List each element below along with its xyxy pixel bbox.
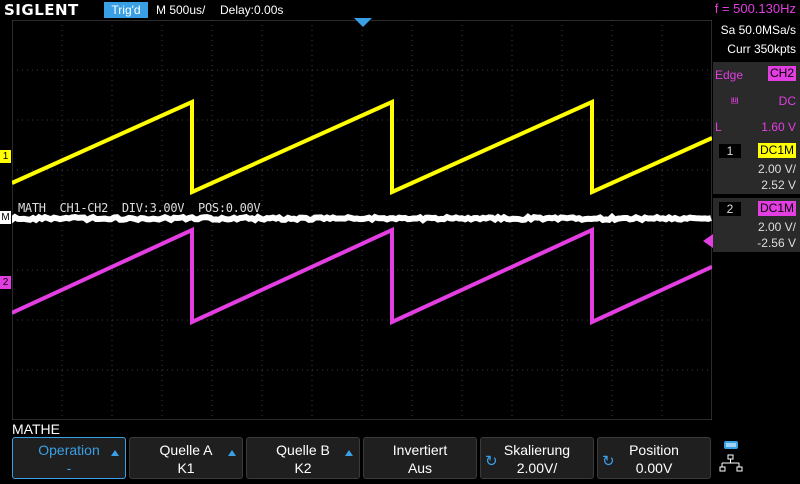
ch2-marker-label: 2: [3, 277, 9, 288]
math-waveform: [12, 217, 711, 220]
softkey-value: K2: [247, 460, 359, 476]
softkey-operation[interactable]: Operation -: [12, 437, 126, 479]
softkey-value: 0.00V: [598, 460, 710, 476]
timebase-readout: M 500us/: [156, 2, 205, 18]
softkey-bar: Operation - Quelle A K1 Quelle B K2 Inve…: [0, 437, 800, 480]
ch2-info-box[interactable]: 2 DC1M 2.00 V/ -2.56 V: [713, 198, 800, 252]
math-ground-marker[interactable]: M: [0, 211, 11, 224]
top-status-bar: SIGLENT Trig'd M 500us/ Delay:0.00s f = …: [0, 0, 800, 20]
softkey-label: Position: [598, 442, 710, 458]
ch1-info-box[interactable]: 1 DC1M 2.00 V/ 2.52 V: [713, 140, 800, 194]
waveform-display: [12, 20, 712, 420]
softkey-label: Invertiert: [364, 442, 476, 458]
right-info-panel: Sa 50.0MSa/s Curr 350kpts Edge CH2 ⩏ DC …: [713, 20, 800, 435]
trigger-info-box[interactable]: Edge CH2 ⩏ DC L 1.60 V: [713, 62, 800, 152]
softkey-value: K1: [130, 460, 242, 476]
softkey-value: Aus: [364, 460, 476, 476]
up-arrow-icon: [228, 450, 236, 456]
ch1-marker-label: 1: [3, 151, 9, 162]
up-arrow-icon: [345, 450, 353, 456]
ch1-coupling: DC1M: [758, 143, 796, 158]
ch1-scale: 2.00 V/: [758, 162, 796, 176]
ch1-offset: 2.52 V: [761, 178, 796, 192]
trigger-coupling: DC: [779, 94, 796, 108]
softkey-value: 2.00V/: [481, 460, 593, 476]
softkey-label: Quelle A: [130, 442, 242, 458]
softkey-position[interactable]: ↻ Position 0.00V: [597, 437, 711, 479]
softkey-invert[interactable]: Invertiert Aus: [363, 437, 477, 479]
math-marker-label: M: [1, 212, 9, 223]
math-label: MATH CH1-CH2 DIV:3.00V POS:0.00V: [18, 201, 260, 215]
memory-depth: Curr 350kpts: [727, 42, 796, 56]
trigger-source: CH2: [768, 66, 796, 81]
up-arrow-icon: [111, 450, 119, 456]
softkey-label: Operation: [13, 442, 125, 458]
status-icons: [716, 437, 800, 479]
frequency-readout: f = 500.130Hz: [715, 1, 796, 16]
trigger-level-marker[interactable]: [703, 234, 713, 248]
softkey-value: -: [13, 460, 125, 476]
brand-logo: SIGLENT: [4, 1, 79, 19]
trigger-position-marker[interactable]: [354, 18, 372, 28]
ch1-number: 1: [719, 144, 741, 158]
trigger-type: Edge: [715, 68, 743, 82]
delay-readout: Delay:0.00s: [220, 2, 283, 18]
ch1-ground-marker[interactable]: 1: [0, 150, 11, 163]
ch2-scale: 2.00 V/: [758, 220, 796, 234]
softkey-label: Skalierung: [481, 442, 593, 458]
trigger-level-label: L: [715, 120, 722, 134]
sample-rate: Sa 50.0MSa/s: [721, 23, 796, 37]
ch2-coupling: DC1M: [758, 201, 796, 216]
softkey-source-a[interactable]: Quelle A K1: [129, 437, 243, 479]
trigger-level: 1.60 V: [761, 120, 796, 134]
trigger-status-badge: Trig'd: [104, 2, 148, 18]
ch2-offset: -2.56 V: [757, 236, 796, 250]
rising-edge-icon: ⩏: [731, 92, 738, 108]
ch2-number: 2: [719, 202, 741, 216]
network-icon: [716, 437, 800, 479]
menu-title: MATHE: [12, 421, 60, 437]
softkey-label: Quelle B: [247, 442, 359, 458]
softkey-scale[interactable]: ↻ Skalierung 2.00V/: [480, 437, 594, 479]
softkey-source-b[interactable]: Quelle B K2: [246, 437, 360, 479]
ch2-ground-marker[interactable]: 2: [0, 276, 11, 289]
